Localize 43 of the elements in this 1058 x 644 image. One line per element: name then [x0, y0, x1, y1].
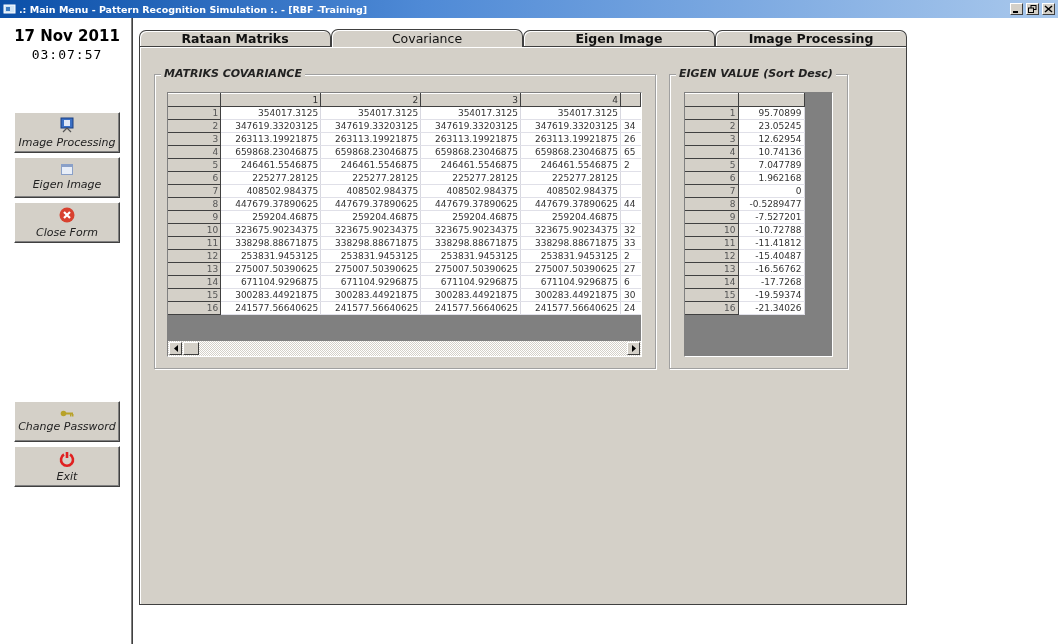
close-icon [59, 206, 75, 223]
horizontal-scrollbar[interactable] [168, 341, 641, 356]
column-header: 2 [320, 93, 421, 107]
scroll-thumb[interactable] [183, 342, 199, 355]
tab[interactable]: Rataan Matriks [139, 30, 331, 46]
column-header: 1 [220, 93, 321, 107]
projector-icon [60, 116, 74, 133]
time-label: 03:07:57 [30, 47, 104, 62]
power-icon [59, 450, 75, 467]
group-title: EIGEN VALUE (Sort Desc) [676, 67, 836, 80]
key-icon [60, 410, 74, 417]
table-cell: 2 [620, 158, 641, 172]
column-header: 3 [420, 93, 521, 107]
corner-header [168, 93, 221, 107]
corner-header [685, 93, 738, 107]
table-cell: 33 [620, 236, 641, 250]
sidebar-button[interactable]: Close Form [14, 202, 120, 243]
sidebar-button[interactable]: Exit [14, 446, 120, 487]
tab[interactable]: Covariance [331, 29, 523, 47]
close-icon [1044, 5, 1053, 13]
sidebar-button[interactable]: Image Processing [14, 112, 120, 153]
scroll-left-button[interactable] [169, 342, 182, 355]
left-arrow-icon [173, 345, 178, 352]
column-header: 4 [520, 93, 621, 107]
table-cell: 30 [620, 288, 641, 302]
restore-icon [1028, 5, 1037, 13]
group-title: MATRIKS COVARIANCE [161, 67, 305, 80]
right-arrow-icon [631, 345, 636, 352]
close-button[interactable] [1042, 3, 1055, 15]
app-icon [3, 3, 16, 15]
scroll-right-button[interactable] [627, 342, 640, 355]
tab[interactable]: Eigen Image [523, 30, 715, 46]
minimize-button[interactable] [1010, 3, 1023, 15]
date-label: 17 Nov 2011 [13, 27, 121, 45]
table-cell: 27 [620, 262, 641, 276]
sidebar-button[interactable]: Change Password [14, 401, 120, 442]
window-icon [61, 164, 73, 175]
column-header [738, 93, 804, 107]
restore-button[interactable] [1026, 3, 1039, 15]
window-title: .: Main Menu - Pattern Recognition Simulation :. - [RBF -Training] [19, 3, 369, 15]
table-cell: 26 [620, 132, 641, 146]
sidebar-button[interactable]: Eigen Image [14, 157, 120, 198]
tab[interactable]: Image Processing [715, 30, 907, 46]
